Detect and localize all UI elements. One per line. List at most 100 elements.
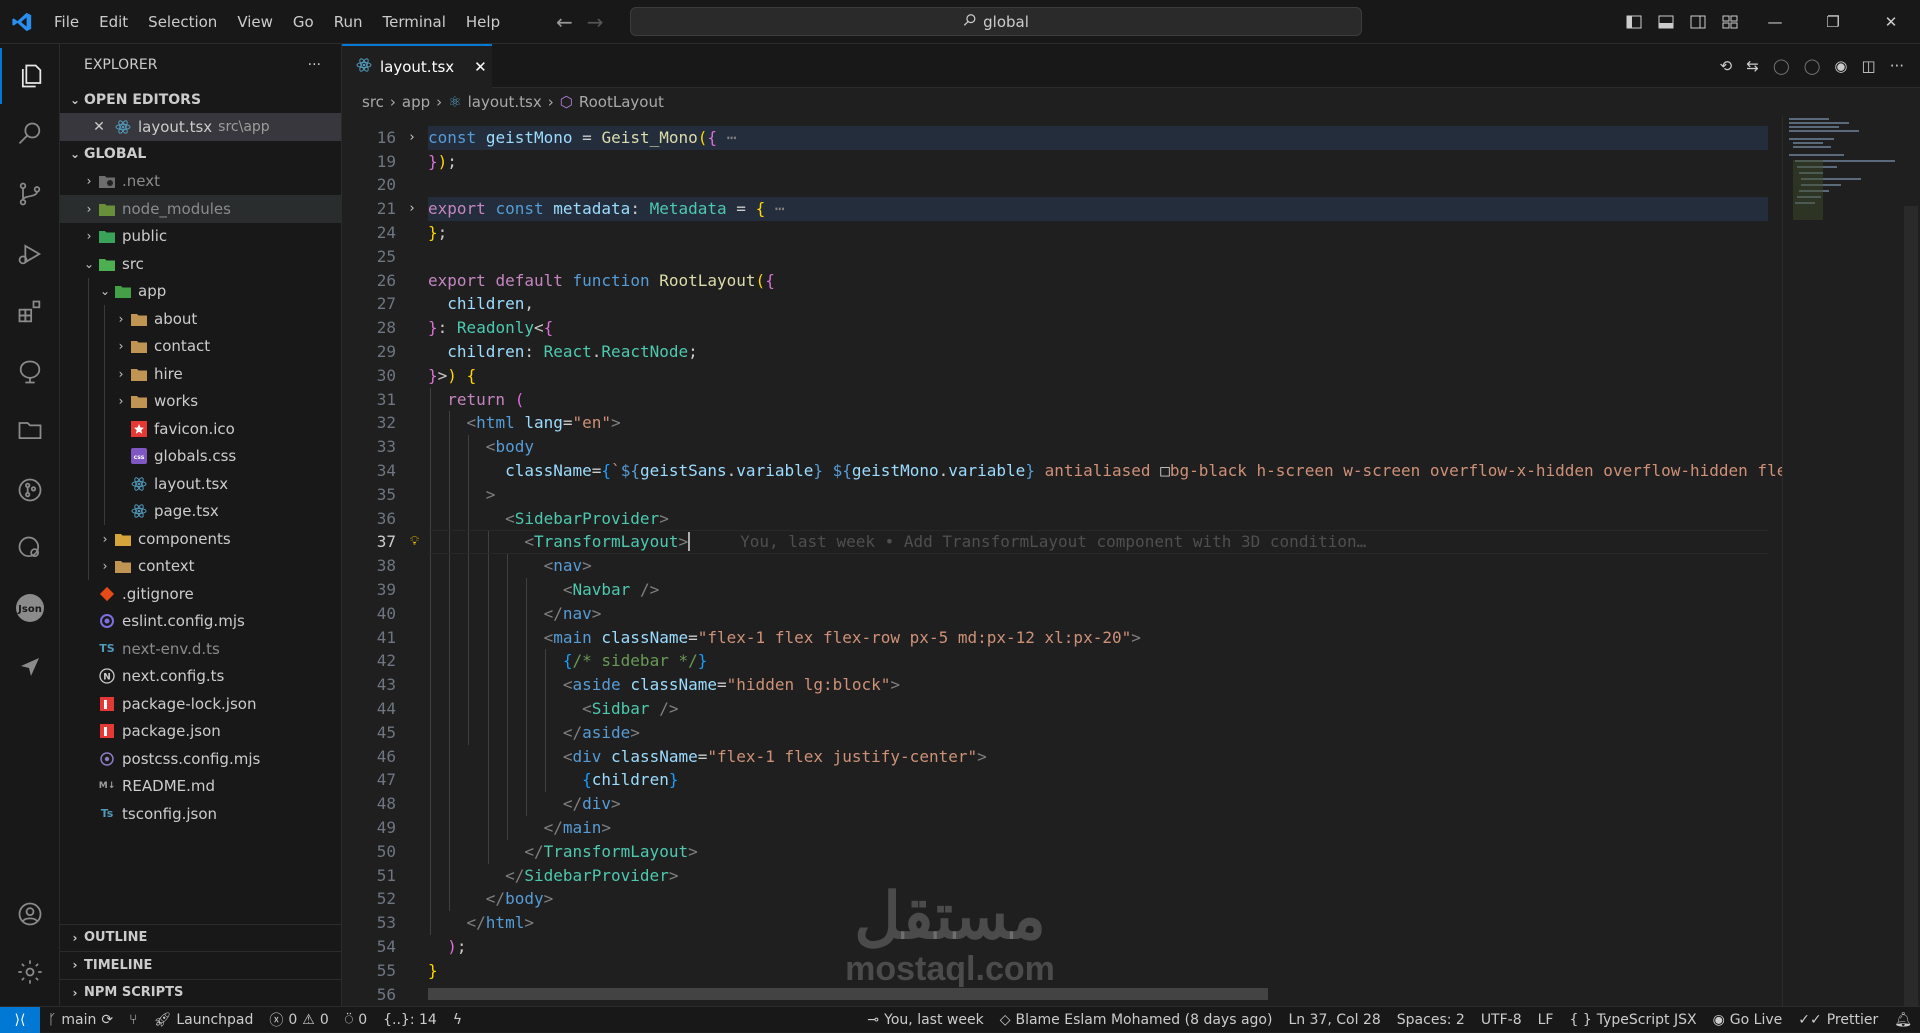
fold-chevron-icon[interactable]: › (408, 197, 416, 221)
accounts-icon[interactable] (0, 886, 60, 942)
send-icon[interactable] (0, 638, 60, 694)
code-line[interactable]: </SidebarProvider> (428, 864, 678, 888)
remote-explorer-icon[interactable] (0, 402, 60, 458)
toggle-secondary-sidebar-icon[interactable] (1682, 14, 1714, 30)
gitlens-inspect-icon[interactable] (0, 520, 60, 576)
code-line[interactable]: </main> (428, 816, 611, 840)
eol-status[interactable]: LF (1530, 1012, 1562, 1028)
folder-item[interactable]: › about (60, 305, 341, 333)
extensions-icon[interactable] (0, 284, 60, 340)
open-editor-item[interactable]: ✕ layout.tsx src\app (60, 113, 341, 141)
code-line[interactable]: children, (428, 292, 534, 316)
code-line[interactable]: <html lang="en"> (428, 411, 621, 435)
previous-change-icon[interactable]: ◯ (1773, 57, 1790, 75)
remote-indicator-icon[interactable]: ⟩⟨ (0, 1006, 40, 1033)
folder-item[interactable]: › components (60, 525, 341, 553)
code-editor[interactable]: 16 › const geistMono = Geist_Mono({ ⋯ 19});… (342, 116, 1920, 1006)
command-center-search[interactable]: global (630, 7, 1362, 36)
indentation-status[interactable]: Spaces: 2 (1389, 1012, 1473, 1028)
code-line[interactable]: <Sidbar /> (428, 697, 678, 721)
fold-chevron-icon[interactable]: › (408, 126, 416, 150)
code-line[interactable]: <div className="flex-1 flex justify-cent… (428, 745, 987, 769)
minimap[interactable] (1782, 116, 1902, 1006)
breadcrumb-file[interactable]: layout.tsx (468, 93, 542, 111)
code-line[interactable]: {/* sidebar */} (428, 649, 708, 673)
code-line[interactable]: children: React.ReactNode; (428, 340, 698, 364)
folder-item[interactable]: › node_modules (60, 195, 341, 223)
file-item[interactable]: TS next-env.d.ts (60, 635, 341, 663)
settings-gear-icon[interactable] (0, 944, 60, 1000)
blame-author-status[interactable]: ⊸ You, last week (859, 1012, 991, 1028)
close-tab-icon[interactable]: ✕ (474, 58, 487, 76)
search-view-icon[interactable] (0, 106, 60, 162)
split-editor-icon[interactable]: ◫ (1862, 57, 1876, 75)
cursor-position-status[interactable]: Ln 37, Col 28 (1280, 1012, 1388, 1028)
folder-item[interactable]: ⌄ app (60, 277, 341, 305)
breadcrumb-symbol[interactable]: RootLayout (579, 93, 664, 111)
code-line[interactable]: className={`${geistSans.variable} ${geis… (428, 459, 1782, 483)
code-line[interactable]: ); (428, 935, 466, 959)
timeline-history-icon[interactable]: ⟲ (1720, 57, 1733, 75)
code-line[interactable]: <Navbar /> (428, 578, 659, 602)
code-line[interactable]: > (428, 483, 496, 507)
code-line[interactable]: } (428, 959, 438, 983)
section-outline[interactable]: › OUTLINE (60, 923, 342, 952)
section-npm-scripts[interactable]: › NPM SCRIPTS (60, 978, 342, 1007)
lightning-status[interactable]: ϟ (445, 1012, 470, 1028)
next-change-icon[interactable]: ◯ (1804, 57, 1821, 75)
section-timeline[interactable]: › TIMELINE (60, 951, 342, 979)
code-line[interactable]: <main className="flex-1 flex flex-row px… (428, 626, 1141, 650)
file-item[interactable]: layout.tsx (60, 470, 341, 498)
file-item[interactable]: css globals.css (60, 442, 341, 470)
file-item[interactable]: .gitignore (60, 580, 341, 608)
restore-icon[interactable]: ❐ (1804, 13, 1862, 31)
file-item[interactable]: page.tsx (60, 497, 341, 525)
file-item[interactable]: favicon.ico (60, 415, 341, 443)
file-item[interactable]: package.json (60, 718, 341, 746)
branch-status[interactable]: ᚴ main ⟳ (40, 1012, 121, 1028)
code-line[interactable]: }: Readonly<{ (428, 316, 553, 340)
menu-item-help[interactable]: Help (456, 0, 510, 44)
compare-changes-icon[interactable]: ⇆ (1746, 57, 1759, 75)
menu-item-file[interactable]: File (44, 0, 89, 44)
code-line[interactable]: export default function RootLayout({ (428, 269, 775, 293)
code-line[interactable]: return ( (428, 388, 524, 412)
breadcrumb-app[interactable]: app (402, 93, 430, 111)
file-item[interactable]: eslint.config.mjs (60, 608, 341, 636)
forward-arrow-icon[interactable]: → (587, 10, 604, 34)
workspace-root-section[interactable]: ⌄ GLOBAL (60, 141, 341, 168)
folder-item[interactable]: ⌄ src (60, 250, 341, 278)
git-graph-status[interactable]: ⑂ (121, 1012, 145, 1028)
close-icon[interactable]: ✕ (90, 119, 108, 135)
source-control-icon[interactable] (0, 166, 60, 222)
code-line[interactable]: const geistMono = Geist_Mono({ ⋯ (428, 126, 736, 150)
code-line[interactable]: }; (428, 221, 447, 245)
lightbulb-icon[interactable]: 💡︎ (410, 530, 419, 554)
menu-item-run[interactable]: Run (324, 0, 373, 44)
prettier-status[interactable]: ✓✓ Prettier (1790, 1012, 1886, 1028)
explorer-icon[interactable] (0, 48, 60, 104)
sync-icon[interactable]: ⟳ (101, 1012, 113, 1028)
folder-item[interactable]: › hire (60, 360, 341, 388)
toggle-sidebar-icon[interactable] (1618, 14, 1650, 30)
testing-icon[interactable] (0, 344, 60, 400)
folder-item[interactable]: › contact (60, 332, 341, 360)
symbols-status[interactable]: {..}: 14 (375, 1012, 445, 1028)
menu-item-go[interactable]: Go (283, 0, 324, 44)
menu-item-view[interactable]: View (227, 0, 283, 44)
code-line[interactable]: <nav> (428, 554, 592, 578)
open-editors-section[interactable]: ⌄ OPEN EDITORS (60, 86, 341, 113)
breadcrumb-src[interactable]: src (362, 93, 384, 111)
more-actions-icon[interactable]: ··· (308, 57, 321, 73)
close-window-icon[interactable]: ✕ (1862, 13, 1920, 31)
file-item[interactable]: Nnext.config.ts (60, 663, 341, 691)
code-line[interactable]: </nav> (428, 602, 602, 626)
menu-item-selection[interactable]: Selection (138, 0, 227, 44)
customize-layout-icon[interactable] (1714, 14, 1746, 30)
menu-item-terminal[interactable]: Terminal (373, 0, 456, 44)
file-item[interactable]: M↓ README.md (60, 773, 341, 801)
code-line[interactable]: </html> (428, 911, 534, 935)
language-status[interactable]: { } TypeScript JSX (1561, 1012, 1704, 1028)
code-line[interactable]: </body> (428, 887, 553, 911)
toggle-panel-icon[interactable] (1650, 14, 1682, 30)
